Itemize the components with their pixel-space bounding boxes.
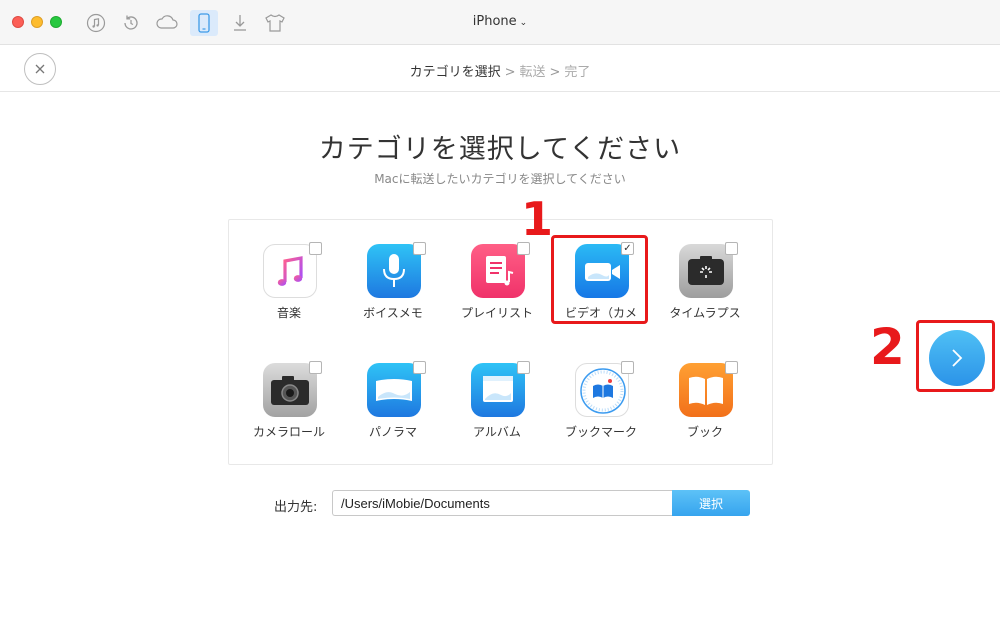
category-checkbox[interactable]	[725, 242, 738, 255]
annotation-number-2: 2	[870, 318, 905, 376]
category-label: パノラマ	[368, 425, 417, 439]
category-label: 音楽	[276, 306, 301, 320]
category-camera-roll[interactable]: カメラロール	[237, 361, 341, 463]
category-label: ボイスメモ	[363, 306, 423, 320]
next-button[interactable]	[929, 330, 985, 386]
breadcrumb-separator: >	[504, 65, 516, 80]
category-checkbox[interactable]	[621, 361, 634, 374]
category-music[interactable]: 音楽	[237, 242, 341, 344]
chevron-down-icon: ⌄	[519, 18, 528, 28]
category-book[interactable]: ブック	[653, 361, 757, 463]
breadcrumb-bar: カテゴリを選択 > 転送 > 完了	[0, 46, 1000, 92]
category-label: ブックマーク	[564, 425, 637, 439]
category-playlist[interactable]: プレイリスト	[445, 242, 549, 344]
category-label: プレイリスト	[460, 306, 533, 320]
category-checkbox[interactable]	[413, 361, 426, 374]
category-voice-memo[interactable]: ボイスメモ	[341, 242, 445, 344]
category-bookmark[interactable]: ブックマーク	[549, 361, 653, 463]
chevron-right-icon	[952, 349, 963, 367]
category-label: タイムラプス	[669, 306, 741, 320]
breadcrumb-step-done: 完了	[564, 65, 591, 80]
category-checkbox[interactable]	[413, 242, 426, 255]
category-grid: 音楽 ボイスメモ プレイリスト ✓ ビデオ（カメ タイムラプス カメラロール パ…	[228, 219, 773, 465]
category-timelapse[interactable]: タイムラプス	[653, 242, 757, 344]
category-checkbox[interactable]	[517, 361, 530, 374]
breadcrumb: カテゴリを選択 > 転送 > 完了	[0, 61, 1000, 80]
annotation-number-1: 1	[521, 192, 554, 246]
breadcrumb-separator: >	[549, 65, 561, 80]
category-checkbox[interactable]	[309, 361, 322, 374]
title-bar: iPhone ⌄	[0, 0, 1000, 45]
breadcrumb-step-select: カテゴリを選択	[409, 65, 501, 80]
select-folder-button[interactable]: 選択	[672, 490, 750, 516]
page-title: カテゴリを選択してください	[318, 134, 682, 165]
category-panorama[interactable]: パノラマ	[341, 361, 445, 463]
category-album[interactable]: アルバム	[445, 361, 549, 463]
highlight-box-video	[551, 235, 648, 324]
category-label: ブック	[686, 425, 723, 439]
output-label: 出力先:	[274, 500, 318, 515]
device-name: iPhone	[472, 14, 517, 29]
category-label: アルバム	[473, 425, 521, 439]
breadcrumb-step-transfer: 転送	[519, 65, 546, 80]
category-label: カメラロール	[252, 425, 325, 439]
category-checkbox[interactable]	[309, 242, 322, 255]
device-selector[interactable]: iPhone ⌄	[0, 14, 1000, 29]
category-checkbox[interactable]	[725, 361, 738, 374]
page-subtitle: Macに転送したいカテゴリを選択してください	[374, 172, 626, 186]
output-path-field[interactable]	[332, 490, 674, 516]
